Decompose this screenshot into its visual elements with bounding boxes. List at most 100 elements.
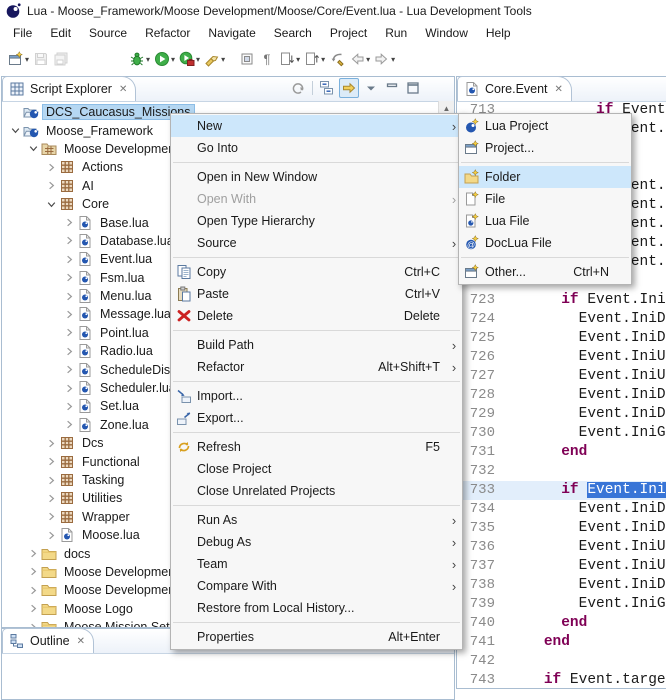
toolbar-run-button[interactable]: ▾ [152, 47, 177, 71]
context-menu-item-build-path[interactable]: Build Path› [171, 334, 462, 356]
view-tool-go-into-button[interactable] [289, 79, 307, 97]
context-menu-item-go-into[interactable]: Go Into [171, 137, 462, 159]
twisty-collapsed-icon[interactable] [44, 178, 59, 193]
menubar-item-edit[interactable]: Edit [41, 24, 80, 42]
menubar-item-source[interactable]: Source [80, 24, 136, 42]
twisty-collapsed-icon[interactable] [26, 583, 41, 598]
toolbar-mark-occurrences-button[interactable] [237, 47, 257, 71]
context-menu-item-open-in-new-window[interactable]: Open in New Window [171, 166, 462, 188]
tab-outline[interactable]: Outline ✕ [2, 628, 94, 653]
context-menu-item-import[interactable]: Import... [171, 385, 462, 407]
code-line-737[interactable]: 737 Event.IniUnit = STATIC:FindByName( E… [457, 557, 666, 576]
menubar-item-project[interactable]: Project [321, 24, 376, 42]
code-line-742[interactable]: 742 [457, 652, 666, 671]
code-line-733[interactable]: 733 if Event.IniObjectCategory == Object… [457, 481, 666, 500]
code-line-732[interactable]: 732 [457, 462, 666, 481]
context-menu-item-delete[interactable]: DeleteDelete [171, 305, 462, 327]
dropdown-arrow-icon[interactable]: ▾ [171, 55, 175, 64]
toolbar-forward-button[interactable]: ▾ [372, 47, 397, 71]
twisty-collapsed-icon[interactable] [62, 307, 77, 322]
twisty-collapsed-icon[interactable] [44, 528, 59, 543]
toolbar-save-all-button[interactable] [51, 47, 71, 71]
twisty-collapsed-icon[interactable] [26, 620, 41, 627]
context-menu-item-run-as[interactable]: Run As› [171, 509, 462, 531]
view-tool-minimize-view-button[interactable] [383, 79, 401, 97]
twisty-collapsed-icon[interactable] [62, 270, 77, 285]
code-line-724[interactable]: 724 Event.IniDCSUnit = Event.initiator [457, 310, 666, 329]
context-menu-item-open-type-hierarchy[interactable]: Open Type Hierarchy [171, 210, 462, 232]
toolbar-new-wizard-button[interactable]: ▾ [6, 47, 31, 71]
close-icon[interactable]: ✕ [77, 636, 85, 647]
dropdown-arrow-icon[interactable]: ▾ [321, 55, 325, 64]
new-submenu-item-lua-file[interactable]: Lua File [459, 210, 631, 232]
menubar-item-help[interactable]: Help [477, 24, 520, 42]
close-icon[interactable]: ✕ [119, 84, 127, 95]
twisty-expanded-icon[interactable] [8, 123, 23, 138]
toolbar-next-annotation-button[interactable]: ▾ [277, 47, 302, 71]
context-menu-item-new[interactable]: New› [171, 115, 462, 137]
menubar-item-navigate[interactable]: Navigate [199, 24, 264, 42]
twisty-collapsed-icon[interactable] [26, 546, 41, 561]
dropdown-arrow-icon[interactable]: ▾ [391, 55, 395, 64]
toolbar-search-flashlight-button[interactable]: ▾ [202, 47, 227, 71]
tab-core-event[interactable]: Core.Event ✕ [457, 76, 572, 101]
toolbar-external-tools-button[interactable]: ▾ [177, 47, 202, 71]
context-menu-item-paste[interactable]: PasteCtrl+V [171, 283, 462, 305]
view-tool-maximize-view-button[interactable] [404, 79, 422, 97]
tab-script-explorer[interactable]: Script Explorer ✕ [2, 76, 136, 101]
menubar-item-search[interactable]: Search [265, 24, 321, 42]
toolbar-show-whitespace-button[interactable]: ¶ [257, 47, 277, 71]
twisty-collapsed-icon[interactable] [62, 417, 77, 432]
code-line-739[interactable]: 739 Event.IniGroupName = Event.IniDCSUni… [457, 595, 666, 614]
twisty-collapsed-icon[interactable] [62, 325, 77, 340]
code-line-736[interactable]: 736 Event.IniUnitName = Event.IniDCSUnit… [457, 538, 666, 557]
code-line-727[interactable]: 727 Event.IniUnit = UNIT:FindByName( Eve… [457, 367, 666, 386]
twisty-collapsed-icon[interactable] [62, 344, 77, 359]
menubar-item-file[interactable]: File [4, 24, 41, 42]
toolbar-save-button[interactable] [31, 47, 51, 71]
code-line-735[interactable]: 735 Event.IniDCSUnitName = Event.IniDCSU… [457, 519, 666, 538]
close-icon[interactable]: ✕ [555, 84, 563, 95]
twisty-collapsed-icon[interactable] [44, 473, 59, 488]
twisty-collapsed-icon[interactable] [44, 509, 59, 524]
twisty-collapsed-icon[interactable] [62, 289, 77, 304]
new-submenu-item-project[interactable]: Project... [459, 137, 631, 159]
context-menu-item-debug-as[interactable]: Debug As› [171, 531, 462, 553]
twisty-collapsed-icon[interactable] [44, 160, 59, 175]
code-line-734[interactable]: 734 Event.IniDCSUnit = Event.initiator [457, 500, 666, 519]
new-submenu-item-other[interactable]: Other...Ctrl+N [459, 261, 631, 283]
code-line-726[interactable]: 726 Event.IniUnitName = Event.IniDCSUnit… [457, 348, 666, 367]
toolbar-last-edit-location-button[interactable] [327, 47, 347, 71]
code-line-738[interactable]: 738 Event.IniDCSGroupName = Event.IniDCS… [457, 576, 666, 595]
menubar-item-refactor[interactable]: Refactor [136, 24, 199, 42]
context-menu-item-refactor[interactable]: RefactorAlt+Shift+T› [171, 356, 462, 378]
toolbar-back-button[interactable]: ▾ [347, 47, 372, 71]
twisty-collapsed-icon[interactable] [62, 215, 77, 230]
dropdown-arrow-icon[interactable]: ▾ [366, 55, 370, 64]
twisty-collapsed-icon[interactable] [62, 362, 77, 377]
code-line-729[interactable]: 729 Event.IniDCSGroupName = Event.IniDCS… [457, 405, 666, 424]
context-menu-item-export[interactable]: Export... [171, 407, 462, 429]
code-line-740[interactable]: 740 end [457, 614, 666, 633]
dropdown-arrow-icon[interactable]: ▾ [221, 55, 225, 64]
toolbar-previous-annotation-button[interactable]: ▾ [302, 47, 327, 71]
new-submenu-item-file[interactable]: File [459, 188, 631, 210]
twisty-collapsed-icon[interactable] [26, 601, 41, 616]
context-menu-item-compare-with[interactable]: Compare With› [171, 575, 462, 597]
toolbar-debug-button[interactable]: ▾ [127, 47, 152, 71]
dropdown-arrow-icon[interactable]: ▾ [146, 55, 150, 64]
twisty-expanded-icon[interactable] [26, 141, 41, 156]
code-line-730[interactable]: 730 Event.IniGroup = GROUP:FindByName( E… [457, 424, 666, 443]
code-line-741[interactable]: 741 end [457, 633, 666, 652]
new-submenu-item-folder[interactable]: Folder [459, 166, 631, 188]
dropdown-arrow-icon[interactable]: ▾ [296, 55, 300, 64]
context-menu-item-copy[interactable]: CopyCtrl+C [171, 261, 462, 283]
twisty-collapsed-icon[interactable] [26, 564, 41, 579]
new-submenu-item-doclua-file[interactable]: @DocLua File [459, 232, 631, 254]
dropdown-arrow-icon[interactable]: ▾ [196, 55, 200, 64]
context-menu-item-close-unrelated-projects[interactable]: Close Unrelated Projects [171, 480, 462, 502]
twisty-collapsed-icon[interactable] [62, 381, 77, 396]
twisty-collapsed-icon[interactable] [62, 252, 77, 267]
view-tool-link-editor-button[interactable] [339, 78, 359, 98]
new-submenu-item-lua-project[interactable]: Lua Project [459, 115, 631, 137]
